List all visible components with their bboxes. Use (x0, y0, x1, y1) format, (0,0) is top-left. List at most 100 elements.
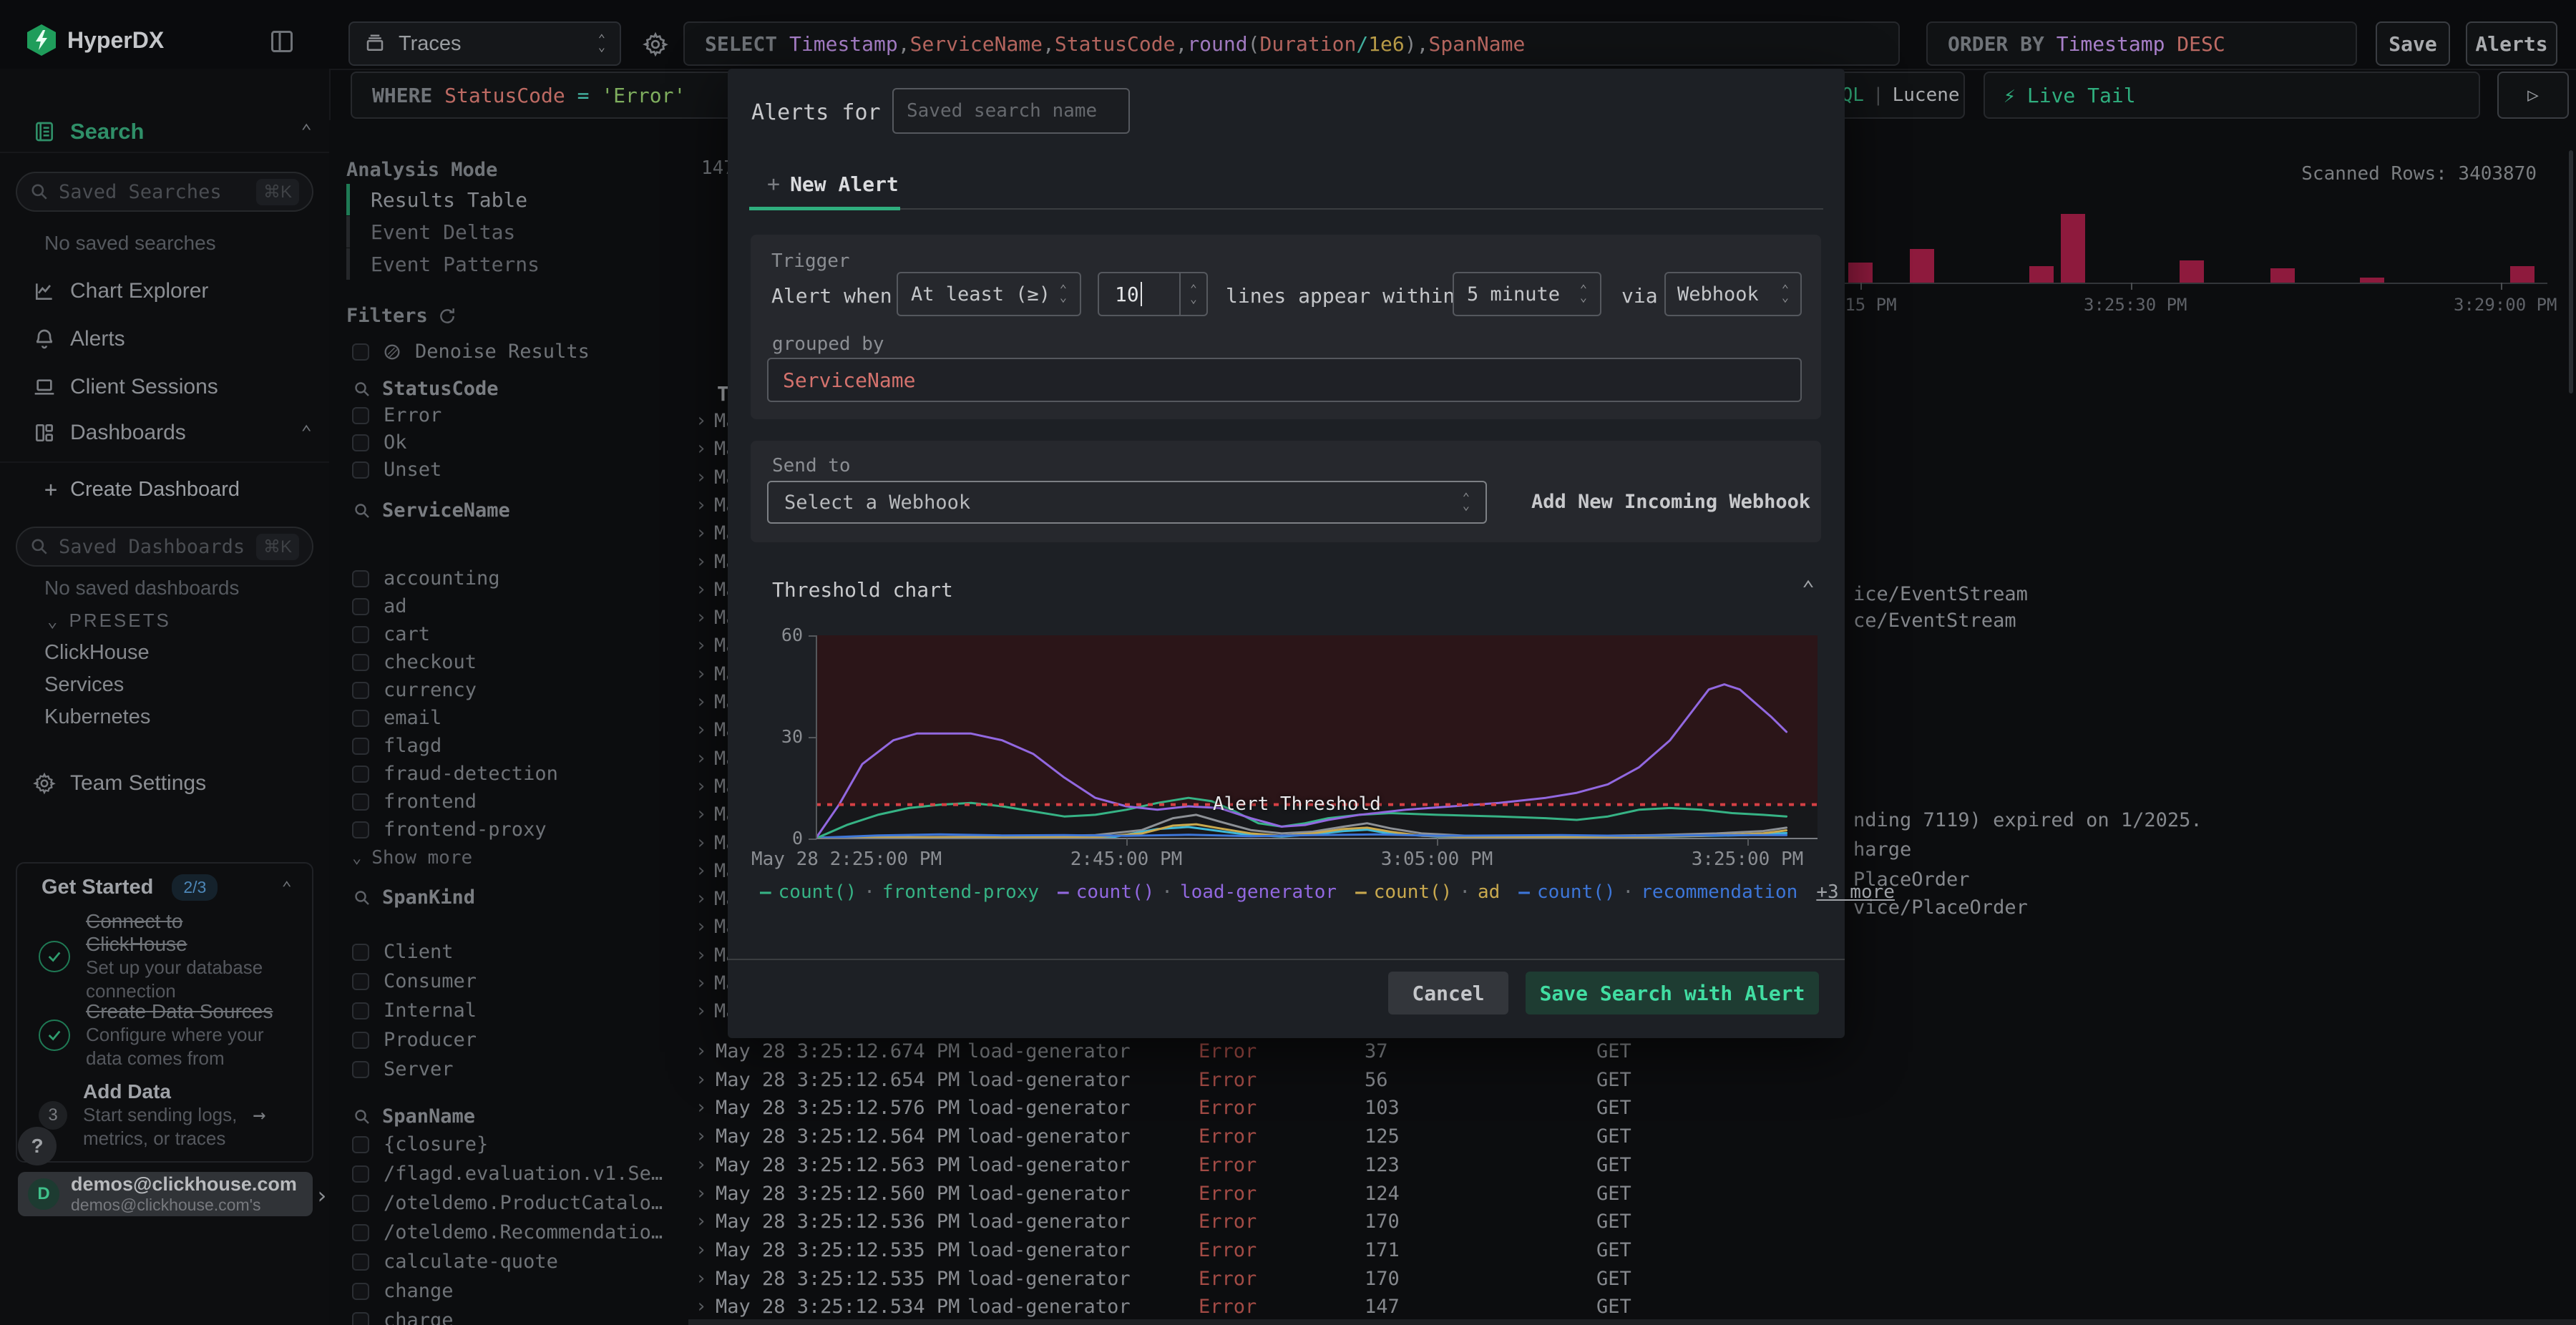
filter-checkbox[interactable] (352, 943, 369, 961)
table-row[interactable]: › May 28 3:25:12.674 PM load-generator Erro… (688, 1039, 2576, 1067)
filter-checkbox[interactable] (352, 406, 369, 424)
filter-checkbox[interactable] (352, 1311, 369, 1325)
row-expand-chevron[interactable]: › (696, 691, 707, 713)
saved-dashboards-input[interactable]: Saved Dashboards ⌘K (16, 527, 313, 567)
cancel-button[interactable]: Cancel (1388, 972, 1508, 1014)
filter-checkbox[interactable] (352, 1194, 369, 1212)
get-started-item[interactable]: 3 Add Data Start sending logs, metrics, or … (39, 1080, 296, 1150)
sidebar-collapse-icon[interactable] (269, 29, 295, 54)
row-expand-chevron[interactable]: › (696, 888, 707, 909)
get-started-item[interactable]: Connect to ClickHouse Set up your database… (39, 910, 296, 1002)
filter-checkbox[interactable] (352, 972, 369, 990)
filter-checkbox[interactable] (352, 681, 369, 699)
row-expand-chevron[interactable]: › (696, 944, 707, 966)
row-expand-chevron[interactable]: › (696, 1268, 707, 1289)
order-by-input[interactable]: ORDER BY Timestamp DESC (1926, 21, 2357, 66)
preset-item-kubernetes[interactable]: Kubernetes (44, 705, 150, 729)
sidebar-item-client-sessions[interactable]: Client Sessions (0, 369, 329, 405)
row-expand-chevron[interactable]: › (696, 803, 707, 825)
row-expand-chevron[interactable]: › (696, 860, 707, 881)
filter-option-frontend-proxy[interactable]: frontend-proxy (352, 818, 547, 841)
presets-toggle[interactable]: ⌄ PRESETS (47, 610, 171, 632)
filter-option-ok[interactable]: Ok (352, 431, 407, 454)
row-expand-chevron[interactable]: › (696, 1296, 707, 1317)
filter-checkbox[interactable] (352, 1002, 369, 1020)
row-expand-chevron[interactable]: › (696, 1000, 707, 1022)
row-expand-chevron[interactable]: › (696, 579, 707, 600)
filter-option-client[interactable]: Client (352, 941, 454, 963)
filter-option--oteldemo-recommendatio-[interactable]: /oteldemo.Recommendatio… (352, 1221, 663, 1243)
grouped-by-input[interactable]: ServiceName (767, 358, 1802, 402)
row-expand-chevron[interactable]: › (696, 1154, 707, 1175)
filter-option-change[interactable]: change (352, 1280, 454, 1302)
filter-checkbox[interactable] (352, 1135, 369, 1153)
filter-checkbox[interactable] (352, 821, 369, 838)
row-expand-chevron[interactable]: › (696, 551, 707, 572)
filter-option-error[interactable]: Error (352, 404, 441, 426)
saved-search-name-input[interactable]: Saved search name (892, 88, 1130, 134)
row-expand-chevron[interactable]: › (696, 748, 707, 769)
row-expand-chevron[interactable]: › (696, 1239, 707, 1261)
filter-option-ad[interactable]: ad (352, 595, 407, 617)
filter-option-unset[interactable]: Unset (352, 459, 441, 481)
filter-checkbox[interactable] (352, 793, 369, 811)
row-expand-chevron[interactable]: › (696, 1211, 707, 1232)
filter-checkbox[interactable] (352, 625, 369, 643)
row-expand-chevron[interactable]: › (696, 916, 707, 937)
legend-more-link[interactable]: +3 more (1816, 881, 1895, 903)
get-started-header[interactable]: Get Started 2/3 ⌃ (42, 874, 292, 901)
chevron-right-icon[interactable]: › (315, 1182, 328, 1209)
show-more-toggle[interactable]: ⌄ Show more (352, 847, 472, 869)
table-row[interactable]: › May 28 3:25:12.535 PM load-generator Erro… (688, 1238, 2576, 1266)
channel-select[interactable]: Webhook ⌃ ⌄ (1664, 272, 1802, 316)
row-expand-chevron[interactable]: › (696, 1040, 707, 1062)
filter-option-server[interactable]: Server (352, 1058, 454, 1080)
row-expand-chevron[interactable]: › (696, 438, 707, 459)
row-expand-chevron[interactable]: › (696, 1125, 707, 1147)
filter-option-accounting[interactable]: accounting (352, 567, 500, 590)
filter-checkbox[interactable] (352, 1060, 369, 1078)
filter-option-frontend[interactable]: frontend (352, 791, 477, 813)
table-row[interactable]: › May 28 3:25:12.534 PM load-generator Erro… (688, 1294, 2576, 1322)
get-started-item[interactable]: Create Data Sources Configure where your d… (39, 1000, 296, 1070)
comparator-select[interactable]: At least (≥) ⌃ ⌄ (897, 272, 1081, 316)
filter-option--flagd-evaluation-v1-se-[interactable]: /flagd.evaluation.v1.Se… (352, 1163, 663, 1185)
saved-searches-input[interactable]: Saved Searches ⌘K (16, 172, 313, 212)
filter-checkbox[interactable] (352, 709, 369, 727)
histogram-bar[interactable] (1848, 263, 1873, 283)
row-expand-chevron[interactable]: › (696, 663, 707, 685)
run-query-button[interactable]: ▷ (2497, 72, 2569, 119)
filter-option-checkout[interactable]: checkout (352, 651, 477, 673)
filter-option-calculate-quote[interactable]: calculate-quote (352, 1251, 558, 1273)
save-button[interactable]: Save (2376, 21, 2450, 66)
histogram-bar[interactable] (2510, 266, 2534, 283)
histogram-bar[interactable] (2360, 278, 2384, 283)
histogram-bar[interactable] (2270, 268, 2295, 283)
table-row[interactable]: › May 28 3:25:12.654 PM load-generator Erro… (688, 1067, 2576, 1095)
filter-option--oteldemo-productcatalo-[interactable]: /oteldemo.ProductCatalo… (352, 1192, 663, 1214)
legend-item[interactable]: — count() · frontend-proxy (760, 881, 1039, 903)
filter-option-producer[interactable]: Producer (352, 1029, 477, 1051)
filter-checkbox[interactable] (352, 1253, 369, 1271)
row-expand-chevron[interactable]: › (696, 719, 707, 740)
row-expand-chevron[interactable]: › (696, 832, 707, 854)
filter-checkbox[interactable] (352, 569, 369, 587)
sidebar-item-alerts[interactable]: Alerts (0, 321, 329, 357)
row-expand-chevron[interactable]: › (696, 635, 707, 656)
threshold-input[interactable]: 10 ⌃ ⌄ (1098, 272, 1208, 316)
table-row[interactable]: › May 28 3:25:12.563 PM load-generator Erro… (688, 1153, 2576, 1180)
table-row[interactable]: › May 28 3:25:12.560 PM load-generator Erro… (688, 1181, 2576, 1209)
histogram-bar[interactable] (2029, 266, 2054, 283)
legend-item[interactable]: — count() · ad (1355, 881, 1500, 903)
denoise-toggle[interactable]: Denoise Results (352, 341, 590, 363)
source-select[interactable]: Traces ⌃ ⌄ (348, 21, 621, 66)
filter-checkbox[interactable] (352, 461, 369, 479)
table-row[interactable]: › May 28 3:25:12.564 PM load-generator Erro… (688, 1124, 2576, 1152)
row-expand-chevron[interactable]: › (696, 1183, 707, 1204)
filter-checkbox[interactable] (352, 653, 369, 671)
table-row[interactable]: › May 28 3:25:12.535 PM load-generator Erro… (688, 1266, 2576, 1294)
filter-option-charge[interactable]: charge (352, 1309, 454, 1325)
alerts-button[interactable]: Alerts (2466, 21, 2557, 66)
help-button[interactable]: ? (18, 1127, 57, 1165)
row-expand-chevron[interactable]: › (696, 466, 707, 488)
